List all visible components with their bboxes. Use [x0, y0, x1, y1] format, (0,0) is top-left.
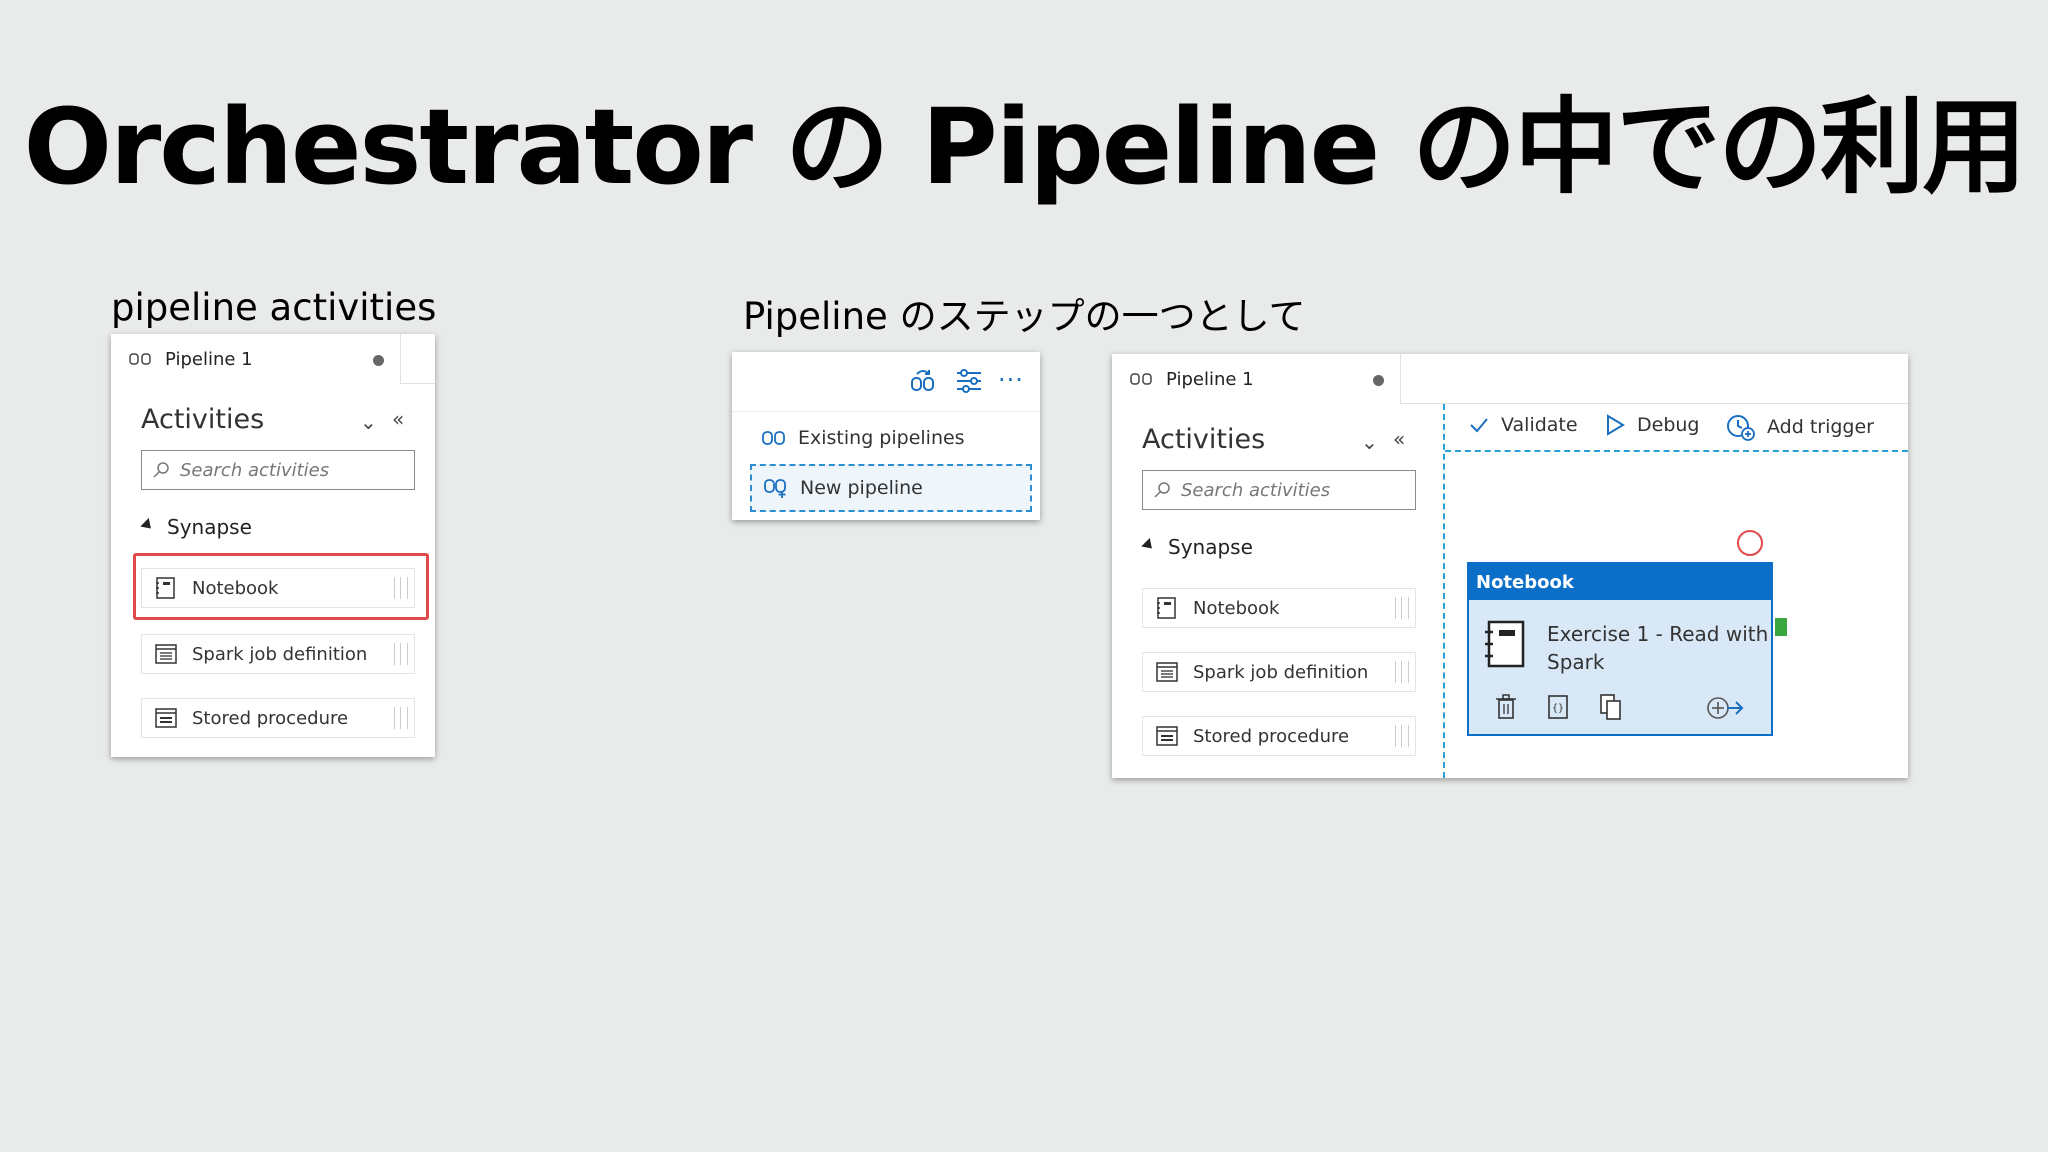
activity-spark-job[interactable]: Spark job definition: [1142, 652, 1416, 692]
synapse-group[interactable]: Synapse: [140, 515, 252, 539]
expand-triangle-icon: [140, 517, 156, 533]
red-circle-marker: [1737, 530, 1763, 556]
add-trigger-button[interactable]: Add trigger: [1725, 413, 1874, 441]
spark-job-icon: [1156, 662, 1178, 682]
highlight-box: [133, 553, 429, 620]
notebook-icon: [1157, 597, 1176, 619]
play-icon: [1607, 414, 1625, 436]
unsaved-dot: [1373, 375, 1384, 386]
middle-section-label: Pipeline のステップの一つとして: [743, 295, 1306, 338]
activity-stored-procedure[interactable]: Stored procedure: [1142, 716, 1416, 756]
activities-title: Activities: [141, 404, 265, 435]
unsaved-dot: [373, 355, 384, 366]
drag-handle[interactable]: [1395, 597, 1409, 619]
debug-label: Debug: [1637, 414, 1700, 436]
search-placeholder: Search activities: [180, 459, 330, 481]
right-pipeline-editor: Pipeline 1 Activities ⌄ « Search activit…: [1112, 354, 1908, 778]
menu-item-new-pipeline[interactable]: New pipeline: [750, 464, 1032, 512]
stored-procedure-icon: [1156, 726, 1178, 746]
trigger-icon: [1727, 415, 1755, 441]
activity-notebook[interactable]: Notebook: [1142, 588, 1416, 628]
pipeline-icon: [129, 353, 151, 365]
tab-label: Pipeline 1: [1166, 368, 1254, 390]
activity-label: Stored procedure: [1193, 725, 1350, 747]
group-label: Synapse: [1168, 535, 1253, 559]
drag-handle[interactable]: [1395, 725, 1409, 747]
search-icon: [1154, 482, 1170, 498]
collapse-panel-icon[interactable]: «: [392, 407, 404, 431]
add-output-icon[interactable]: [1705, 695, 1745, 721]
success-port[interactable]: [1775, 618, 1787, 636]
collapse-panel-icon[interactable]: «: [1393, 427, 1405, 451]
activity-label: Spark job definition: [192, 643, 368, 665]
tab-strip: Pipeline 1: [111, 334, 435, 384]
drag-handle[interactable]: [1395, 661, 1409, 683]
activities-title: Activities: [1142, 424, 1266, 455]
left-section-label: pipeline activities: [111, 286, 437, 329]
validate-button[interactable]: Validate: [1469, 414, 1578, 436]
pipeline-canvas[interactable]: Validate Debug Add trigger Notebook Exer…: [1443, 404, 1908, 778]
search-input[interactable]: Search activities: [141, 450, 415, 490]
code-icon[interactable]: {}: [1547, 694, 1569, 720]
pipeline-menu-panel: ··· Existing pipelines New pipeline: [732, 352, 1040, 520]
search-placeholder: Search activities: [1181, 479, 1331, 501]
copy-icon[interactable]: [1599, 693, 1623, 721]
menu-label: Existing pipelines: [798, 427, 965, 449]
add-trigger-label: Add trigger: [1767, 416, 1874, 438]
pipeline-add-icon[interactable]: [908, 366, 938, 396]
delete-icon[interactable]: [1495, 694, 1517, 720]
pipeline-tab[interactable]: Pipeline 1: [1112, 354, 1401, 404]
svg-text:{}: {}: [1552, 703, 1564, 714]
properties-icon[interactable]: [955, 368, 983, 394]
node-name: Exercise 1 - Read with Spark: [1547, 622, 1769, 674]
pipeline-icon: [1130, 373, 1152, 385]
spark-job-icon: [155, 644, 177, 664]
node-header: Notebook: [1469, 564, 1771, 600]
notebook-activity-node[interactable]: Notebook Exercise 1 - Read with Spark {}: [1467, 562, 1773, 736]
synapse-group[interactable]: Synapse: [1141, 535, 1253, 559]
drag-handle[interactable]: [394, 643, 408, 665]
activity-label: Notebook: [1193, 597, 1280, 619]
canvas-toolbar-divider: [1445, 450, 1908, 452]
search-input[interactable]: Search activities: [1142, 470, 1416, 510]
left-activities-panel: Pipeline 1 Activities ⌄ « Search activit…: [111, 334, 435, 757]
activity-stored-procedure[interactable]: Stored procedure: [141, 698, 415, 738]
tab-label: Pipeline 1: [165, 348, 253, 370]
search-icon: [153, 462, 169, 478]
checkmark-icon: [1470, 418, 1488, 433]
pipeline-tab[interactable]: Pipeline 1: [111, 334, 401, 384]
pipeline-icon: [762, 431, 785, 445]
activity-label: Spark job definition: [1193, 661, 1369, 683]
expand-triangle-icon: [1141, 537, 1157, 553]
activity-label: Stored procedure: [192, 707, 349, 729]
menu-label: New pipeline: [800, 477, 923, 499]
notebook-icon: [1485, 620, 1525, 668]
validate-label: Validate: [1501, 414, 1578, 436]
debug-button[interactable]: Debug: [1605, 414, 1699, 436]
collapse-all-icon[interactable]: ⌄: [1361, 430, 1378, 454]
collapse-all-icon[interactable]: ⌄: [360, 410, 377, 434]
new-pipeline-icon: [764, 479, 786, 498]
menu-toolbar: ···: [732, 352, 1040, 412]
more-icon[interactable]: ···: [998, 366, 1024, 394]
menu-item-existing-pipelines[interactable]: Existing pipelines: [750, 416, 1020, 460]
slide-title: Orchestrator の Pipeline の中での利用: [23, 86, 2027, 208]
stored-procedure-icon: [155, 708, 177, 728]
drag-handle[interactable]: [394, 707, 408, 729]
activity-spark-job[interactable]: Spark job definition: [141, 634, 415, 674]
group-label: Synapse: [167, 515, 252, 539]
tab-strip: Pipeline 1: [1112, 354, 1908, 404]
